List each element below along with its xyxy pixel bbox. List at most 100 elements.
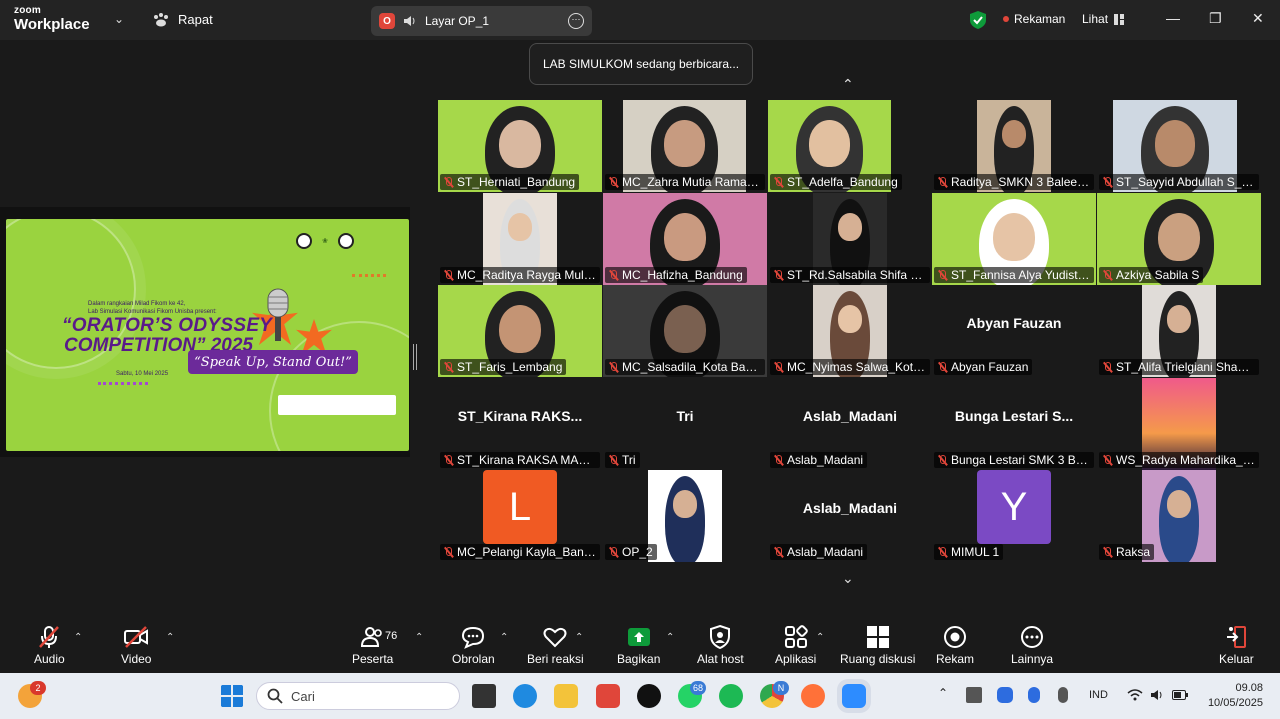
participant-tile[interactable]: WS_Radya Mahardika_K... — [1097, 378, 1261, 470]
tiktok-icon[interactable] — [637, 684, 661, 708]
reactions-options-caret[interactable]: ⌃ — [575, 632, 583, 643]
leave-button[interactable]: Keluar — [1219, 624, 1254, 666]
mic-muted-icon — [1102, 269, 1113, 281]
participant-tile[interactable]: MC_Raditya Rayga Mula... — [438, 193, 602, 285]
person-face — [1166, 305, 1192, 334]
encryption-shield-icon[interactable] — [970, 11, 986, 29]
participant-name-label: ST_Rd.Salsabila Shifa K.H — [770, 267, 930, 283]
logo-icon — [337, 233, 354, 249]
video-options-caret[interactable]: ⌃ — [166, 632, 174, 643]
restore-icon[interactable]: ❐ — [1209, 10, 1222, 27]
participant-display-name: ST_Kirana RAKS... — [457, 408, 583, 424]
participant-tile[interactable]: Bunga Lestari S... Bunga Lestari SMK 3 BA… — [932, 378, 1096, 470]
recording-indicator[interactable]: Rekaman — [1003, 12, 1065, 26]
video-button[interactable]: Video — [121, 624, 151, 666]
participant-tile[interactable]: Raditya_SMKN 3 Baleen... — [932, 100, 1096, 192]
participant-tile[interactable]: ST_Adelfa_Bandung — [768, 100, 932, 192]
participant-name: MIMUL 1 — [951, 545, 1000, 559]
participant-tile[interactable]: MC_Zahra Mutia Ramad... — [603, 100, 767, 192]
shared-screen[interactable]: ❀ Dalam rangkaian Milad Fikom ke 42, Lab… — [0, 207, 410, 457]
meeting-menu[interactable]: Rapat — [152, 12, 213, 27]
person-face — [672, 490, 698, 519]
reactions-button[interactable]: Beri reaksi — [527, 624, 584, 666]
chat-button[interactable]: Obrolan — [452, 624, 495, 666]
taskbar-search[interactable]: Cari — [256, 682, 460, 710]
more-options-icon[interactable]: ··· — [568, 13, 584, 29]
battery-icon[interactable] — [1172, 690, 1188, 700]
edge-icon[interactable] — [513, 684, 537, 708]
wifi-icon[interactable] — [1127, 689, 1143, 701]
chevron-down-icon[interactable]: ⌄ — [114, 12, 124, 26]
zoom-workplace-logo[interactable]: zoom Workplace — [14, 6, 90, 33]
participant-tile[interactable]: Tri Tri — [603, 378, 767, 470]
volume-icon[interactable] — [1150, 689, 1164, 701]
wps-office-icon[interactable] — [596, 684, 620, 708]
participant-tile[interactable]: ST_Sayyid Abdullah S_K... — [1097, 100, 1261, 192]
participant-name-label: Bunga Lestari SMK 3 BA... — [934, 452, 1094, 468]
task-view-icon[interactable] — [472, 684, 496, 708]
breakout-rooms-button[interactable]: Ruang diskusi — [840, 624, 915, 666]
participant-tile[interactable]: Raksa — [1097, 470, 1261, 562]
participant-name: Aslab_Madani — [787, 545, 864, 559]
spotify-icon[interactable] — [719, 684, 743, 708]
minimize-icon[interactable]: — — [1166, 10, 1180, 26]
participant-name-label: MC_Salsadila_Kota Band... — [605, 359, 765, 375]
participant-name: Aslab_Madani — [787, 453, 864, 467]
record-button[interactable]: Rekam — [936, 624, 974, 666]
bluetooth-icon[interactable] — [1028, 687, 1040, 703]
audio-options-caret[interactable]: ⌃ — [74, 632, 82, 643]
audio-button[interactable]: Audio — [34, 624, 65, 666]
chevron-down-icon[interactable]: ⌄ — [842, 570, 854, 587]
record-label: Rekam — [936, 652, 975, 666]
close-icon[interactable]: ✕ — [1252, 10, 1264, 27]
clipboard-icon[interactable] — [966, 687, 982, 703]
apps-button[interactable]: Aplikasi — [775, 624, 816, 666]
speaker-icon[interactable] — [403, 15, 417, 27]
clock[interactable]: 09.08 10/05/2025 — [1195, 681, 1263, 711]
participant-tile[interactable]: Y MIMUL 1 — [932, 470, 1096, 562]
participant-tile[interactable]: L MC_Pelangi Kayla_Band... — [438, 470, 602, 562]
participant-tile[interactable]: ST_Faris_Lembang — [438, 285, 602, 377]
windows-start-icon[interactable] — [220, 684, 244, 708]
host-shield-icon — [710, 624, 731, 650]
participant-tile[interactable]: ST_Alifa Trielgiani Shahi... — [1097, 285, 1261, 377]
resize-handle[interactable] — [413, 344, 417, 370]
participant-tile[interactable]: ST_Rd.Salsabila Shifa K.H — [768, 193, 932, 285]
microphone-tray-icon[interactable] — [1058, 687, 1068, 703]
participant-tile[interactable]: ST_Herniati_Bandung — [438, 100, 602, 192]
zoom-taskbar-icon[interactable] — [842, 684, 866, 708]
host-tools-button[interactable]: Alat host — [697, 624, 744, 666]
chevron-up-icon[interactable]: ⌃ — [842, 76, 854, 93]
participant-tile[interactable]: Aslab_Madani Aslab_Madani — [768, 378, 932, 470]
screen-share-pill[interactable]: O Layar OP_1 ··· — [371, 6, 592, 36]
participant-tile[interactable]: MC_Hafizha_Bandung — [603, 193, 767, 285]
participants-options-caret[interactable]: ⌃ — [415, 632, 423, 643]
slide-tagline: “Speak Up, Stand Out!” — [188, 350, 358, 374]
participant-tile[interactable]: Azkiya Sabila S — [1097, 193, 1261, 285]
defender-icon[interactable] — [997, 687, 1013, 703]
participant-tile[interactable]: MC_Salsadila_Kota Band... — [603, 285, 767, 377]
participant-tile[interactable]: OP_2 — [603, 470, 767, 562]
participant-tile[interactable]: Abyan Fauzan Abyan Fauzan — [932, 285, 1096, 377]
participant-tile[interactable]: Aslab_Madani Aslab_Madani — [768, 470, 932, 562]
participant-tile[interactable]: ST_Kirana RAKS... ST_Kirana RAKSA MAHA... — [438, 378, 602, 470]
chat-options-caret[interactable]: ⌃ — [500, 632, 508, 643]
participant-tile[interactable]: ST_Fannisa Alya Yudisti_... — [932, 193, 1096, 285]
view-button[interactable]: Lihat — [1082, 12, 1125, 26]
show-hidden-icons[interactable]: ⌃ — [938, 686, 948, 700]
mic-muted-icon — [773, 361, 784, 373]
participant-name: ST_Rd.Salsabila Shifa K.H — [787, 268, 926, 282]
weather-badge: 2 — [30, 681, 46, 695]
slide-intro: Dalam rangkaian Milad Fikom ke 42, Lab S… — [88, 300, 217, 316]
language-indicator[interactable]: IND — [1089, 689, 1108, 701]
share-label: Bagikan — [617, 652, 661, 666]
logo-icon — [296, 233, 312, 249]
participant-tile[interactable]: MC_Nyimas Salwa_Kota ... — [768, 285, 932, 377]
file-explorer-icon[interactable] — [554, 684, 578, 708]
share-options-caret[interactable]: ⌃ — [666, 632, 674, 643]
apps-options-caret[interactable]: ⌃ — [816, 632, 824, 643]
firefox-icon[interactable] — [801, 684, 825, 708]
more-button[interactable]: Lainnya — [1011, 624, 1053, 666]
share-button[interactable]: Bagikan — [617, 624, 660, 666]
mic-muted-icon — [937, 269, 948, 281]
